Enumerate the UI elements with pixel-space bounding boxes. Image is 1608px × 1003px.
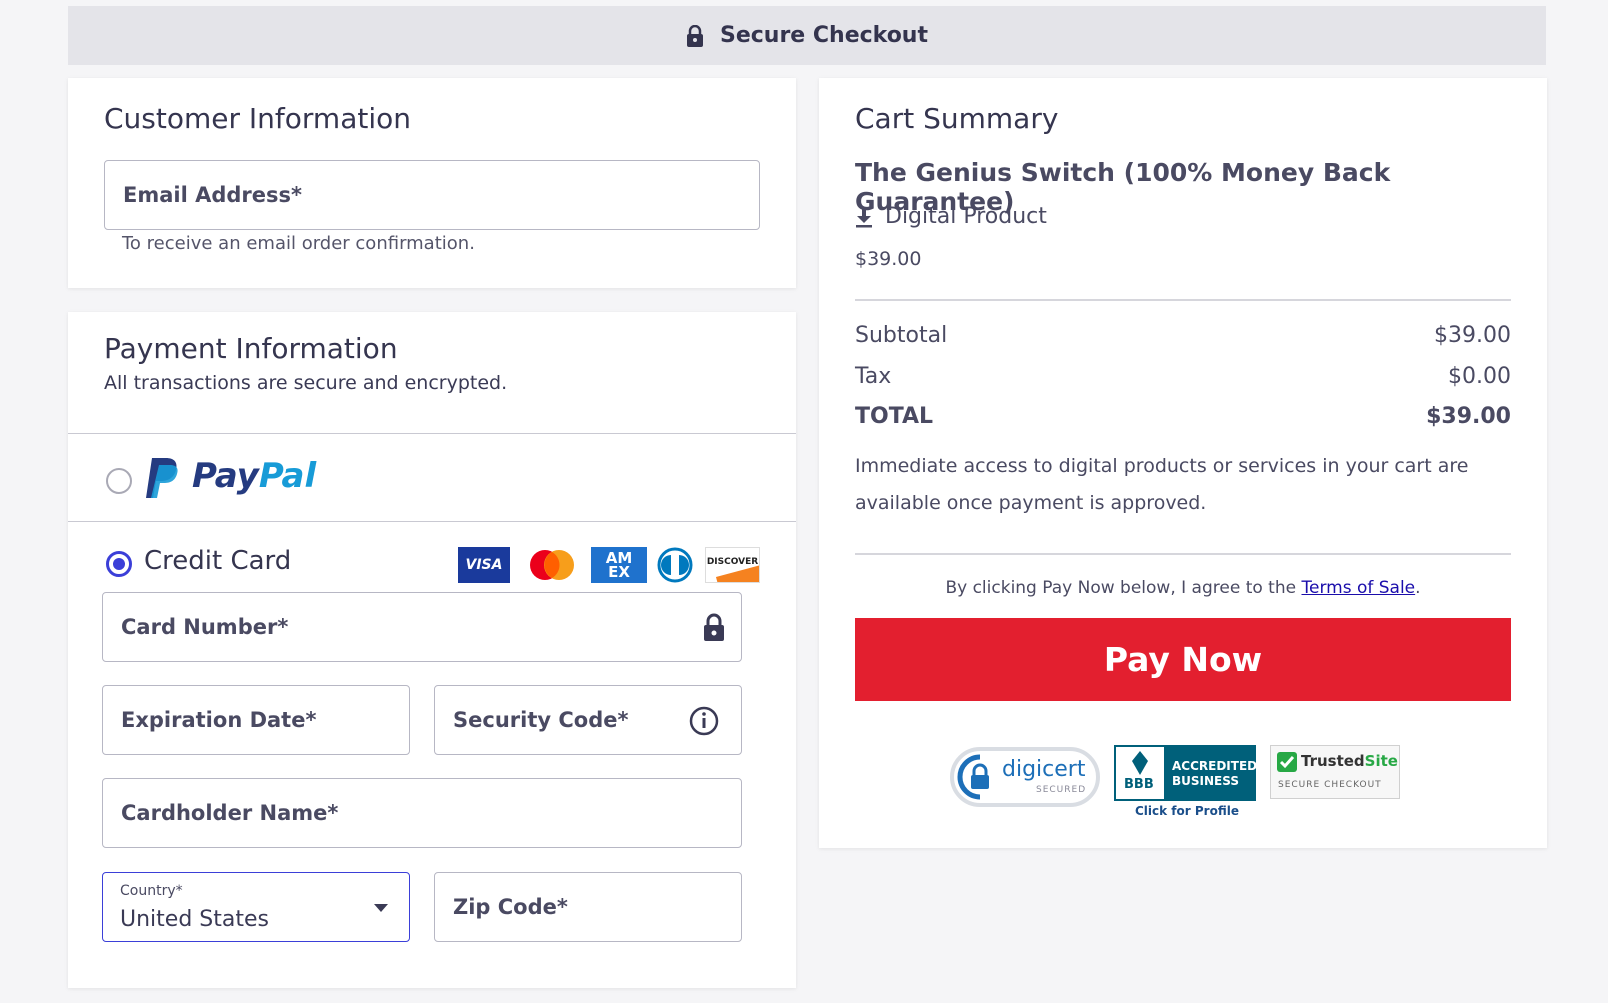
- info-icon[interactable]: [689, 706, 719, 736]
- tax-row: Tax $0.00: [855, 364, 1511, 389]
- amex-text-bottom: EX: [608, 563, 630, 581]
- subtotal-label: Subtotal: [855, 323, 948, 348]
- bbb-line2: BUSINESS: [1172, 774, 1239, 788]
- bbb-caption[interactable]: Click for Profile: [1135, 804, 1239, 818]
- visa-text: VISA: [465, 557, 503, 573]
- cart-summary-title: Cart Summary: [855, 102, 1059, 135]
- credit-card-label[interactable]: Credit Card: [144, 546, 291, 576]
- zip-code-field[interactable]: Zip Code*: [434, 872, 742, 942]
- email-field[interactable]: Email Address*: [104, 160, 760, 230]
- tax-value: $0.00: [1448, 364, 1511, 389]
- security-code-label: Security Code*: [453, 708, 629, 732]
- subtotal-value: $39.00: [1434, 323, 1511, 348]
- bbb-line1: ACCREDITED: [1172, 759, 1258, 773]
- total-row: TOTAL $39.00: [855, 404, 1511, 429]
- expiration-date-label: Expiration Date*: [121, 708, 317, 732]
- card-number-field[interactable]: Card Number*: [102, 592, 742, 662]
- bbb-badge[interactable]: BBB ACCREDITED BUSINESS: [1114, 745, 1258, 801]
- bbb-torch-icon: [1132, 751, 1148, 775]
- bbb-logo-icon: BBB: [1116, 747, 1164, 799]
- trustedsite-badge[interactable]: TrustedSite SECURE CHECKOUT: [1270, 745, 1400, 799]
- divider: [68, 433, 796, 434]
- divider: [68, 521, 796, 522]
- download-icon: [856, 206, 872, 227]
- tax-label: Tax: [855, 364, 892, 389]
- digicert-text: digicert: [1002, 757, 1086, 782]
- divider: [855, 299, 1511, 301]
- card-number-label: Card Number*: [121, 615, 289, 639]
- terms-suffix: .: [1415, 578, 1421, 598]
- product-price: $39.00: [855, 248, 922, 270]
- lock-icon: [686, 24, 703, 47]
- total-value: $39.00: [1426, 404, 1511, 429]
- customer-information-title: Customer Information: [104, 102, 411, 135]
- cardholder-name-label: Cardholder Name*: [121, 801, 339, 825]
- digicert-badge[interactable]: digicert SECURED: [950, 747, 1100, 807]
- terms-prefix: By clicking Pay Now below, I agree to th…: [945, 578, 1302, 598]
- bbb-mark: BBB: [1124, 777, 1154, 792]
- mastercard-icon: [530, 550, 574, 580]
- banner-title: Secure Checkout: [719, 23, 928, 48]
- chevron-down-icon: [374, 904, 388, 912]
- cardholder-name-field[interactable]: Cardholder Name*: [102, 778, 742, 848]
- country-select[interactable]: Country* United States: [102, 872, 410, 942]
- country-label: Country*: [120, 883, 183, 899]
- digicert-sub-text: SECURED: [1036, 785, 1087, 795]
- checkmark-icon: [1277, 752, 1297, 772]
- country-value: United States: [120, 907, 269, 932]
- product-type: Digital Product: [855, 204, 1047, 229]
- lock-icon: [704, 613, 724, 641]
- visa-icon: VISA: [458, 547, 510, 583]
- zip-code-label: Zip Code*: [453, 895, 568, 919]
- email-hint: To receive an email order confirmation.: [122, 233, 475, 254]
- trusted-word: Trusted: [1301, 752, 1365, 770]
- credit-card-radio[interactable]: [106, 551, 132, 577]
- terms-of-sale-link[interactable]: Terms of Sale: [1301, 578, 1415, 598]
- divider: [855, 553, 1511, 555]
- site-word: Site: [1364, 752, 1398, 770]
- amex-icon: AM EX: [591, 547, 647, 583]
- trustedsite-wordmark: TrustedSite: [1301, 752, 1398, 770]
- paypal-logo-icon: [146, 458, 178, 498]
- product-type-label: Digital Product: [885, 204, 1047, 229]
- trustedsite-sub: SECURE CHECKOUT: [1278, 780, 1382, 790]
- paypal-option[interactable]: PayPal: [104, 442, 760, 518]
- discover-text: DISCOVER: [706, 557, 759, 567]
- discover-icon: DISCOVER: [705, 547, 760, 583]
- access-note: Immediate access to digital products or …: [855, 455, 1469, 514]
- paypal-word-pal: Pal: [258, 456, 317, 496]
- secure-checkout-banner: Secure Checkout: [68, 6, 1546, 65]
- pay-now-button[interactable]: Pay Now: [855, 618, 1511, 701]
- total-label: TOTAL: [855, 404, 934, 429]
- digicert-lock-icon: [957, 754, 989, 800]
- terms-agreement: By clicking Pay Now below, I agree to th…: [855, 578, 1511, 598]
- payment-information-card: Payment Information All transactions are…: [68, 312, 796, 988]
- payment-subtitle: All transactions are secure and encrypte…: [104, 372, 508, 394]
- payment-information-title: Payment Information: [104, 332, 398, 365]
- cart-summary-card: Cart Summary The Genius Switch (100% Mon…: [819, 78, 1547, 848]
- customer-information-card: Customer Information Email Address* To r…: [68, 78, 796, 288]
- security-code-field[interactable]: Security Code*: [434, 685, 742, 755]
- paypal-word-pay: Pay: [192, 456, 259, 496]
- paypal-radio[interactable]: [106, 468, 132, 494]
- expiration-date-field[interactable]: Expiration Date*: [102, 685, 410, 755]
- subtotal-row: Subtotal $39.00: [855, 323, 1511, 348]
- diners-club-icon: [657, 547, 693, 583]
- email-label: Email Address*: [123, 183, 303, 207]
- paypal-wordmark: PayPal: [192, 456, 316, 496]
